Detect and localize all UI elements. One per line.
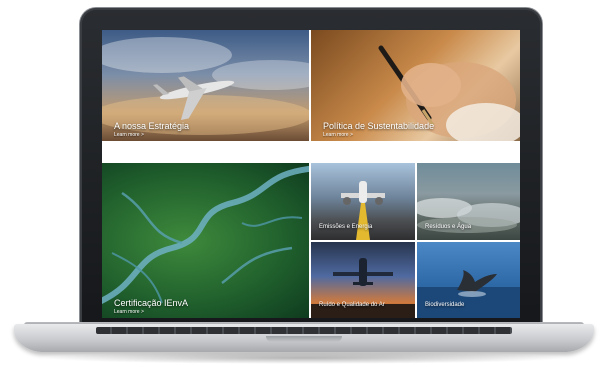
learn-more-link[interactable]: Learn more >	[114, 309, 144, 315]
tile-title: Biodiversidade	[425, 302, 465, 308]
tile-title: Política de Sustentabilidade	[323, 121, 435, 131]
learn-more-link[interactable]: Learn more >	[323, 132, 353, 138]
tile-biodiversity[interactable]: Biodiversidade	[417, 242, 520, 318]
tile-title: A nossa Estratégia	[114, 121, 190, 131]
tile-title: Ruído e Qualidade do Ar	[319, 302, 385, 308]
laptop-opening-notch	[266, 336, 342, 342]
tile-emissions[interactable]: Emissões e Energia	[311, 163, 415, 240]
aerial-river-forest-image	[102, 165, 309, 304]
laptop-keyboard	[96, 327, 512, 334]
laptop-screen: A nossa Estratégia Learn more > Política…	[102, 30, 520, 318]
laptop-shadow	[40, 352, 568, 364]
tile-air-quality[interactable]: Ruído e Qualidade do Ar	[311, 242, 415, 318]
tile-certification[interactable]: Certificação IEnvA Learn more >	[102, 163, 309, 318]
tile-row-gap	[102, 141, 520, 163]
tile-title: Certificação IEnvA	[114, 298, 189, 308]
tile-strategy[interactable]: A nossa Estratégia Learn more >	[102, 30, 309, 141]
tile-waste[interactable]: Resíduos e Água	[417, 163, 520, 240]
tile-title: Resíduos e Água	[425, 224, 472, 230]
tile-sustainability[interactable]: Política de Sustentabilidade Learn more …	[311, 30, 520, 141]
tile-title: Emissões e Energia	[319, 224, 373, 230]
learn-more-link[interactable]: Learn more >	[114, 132, 144, 138]
